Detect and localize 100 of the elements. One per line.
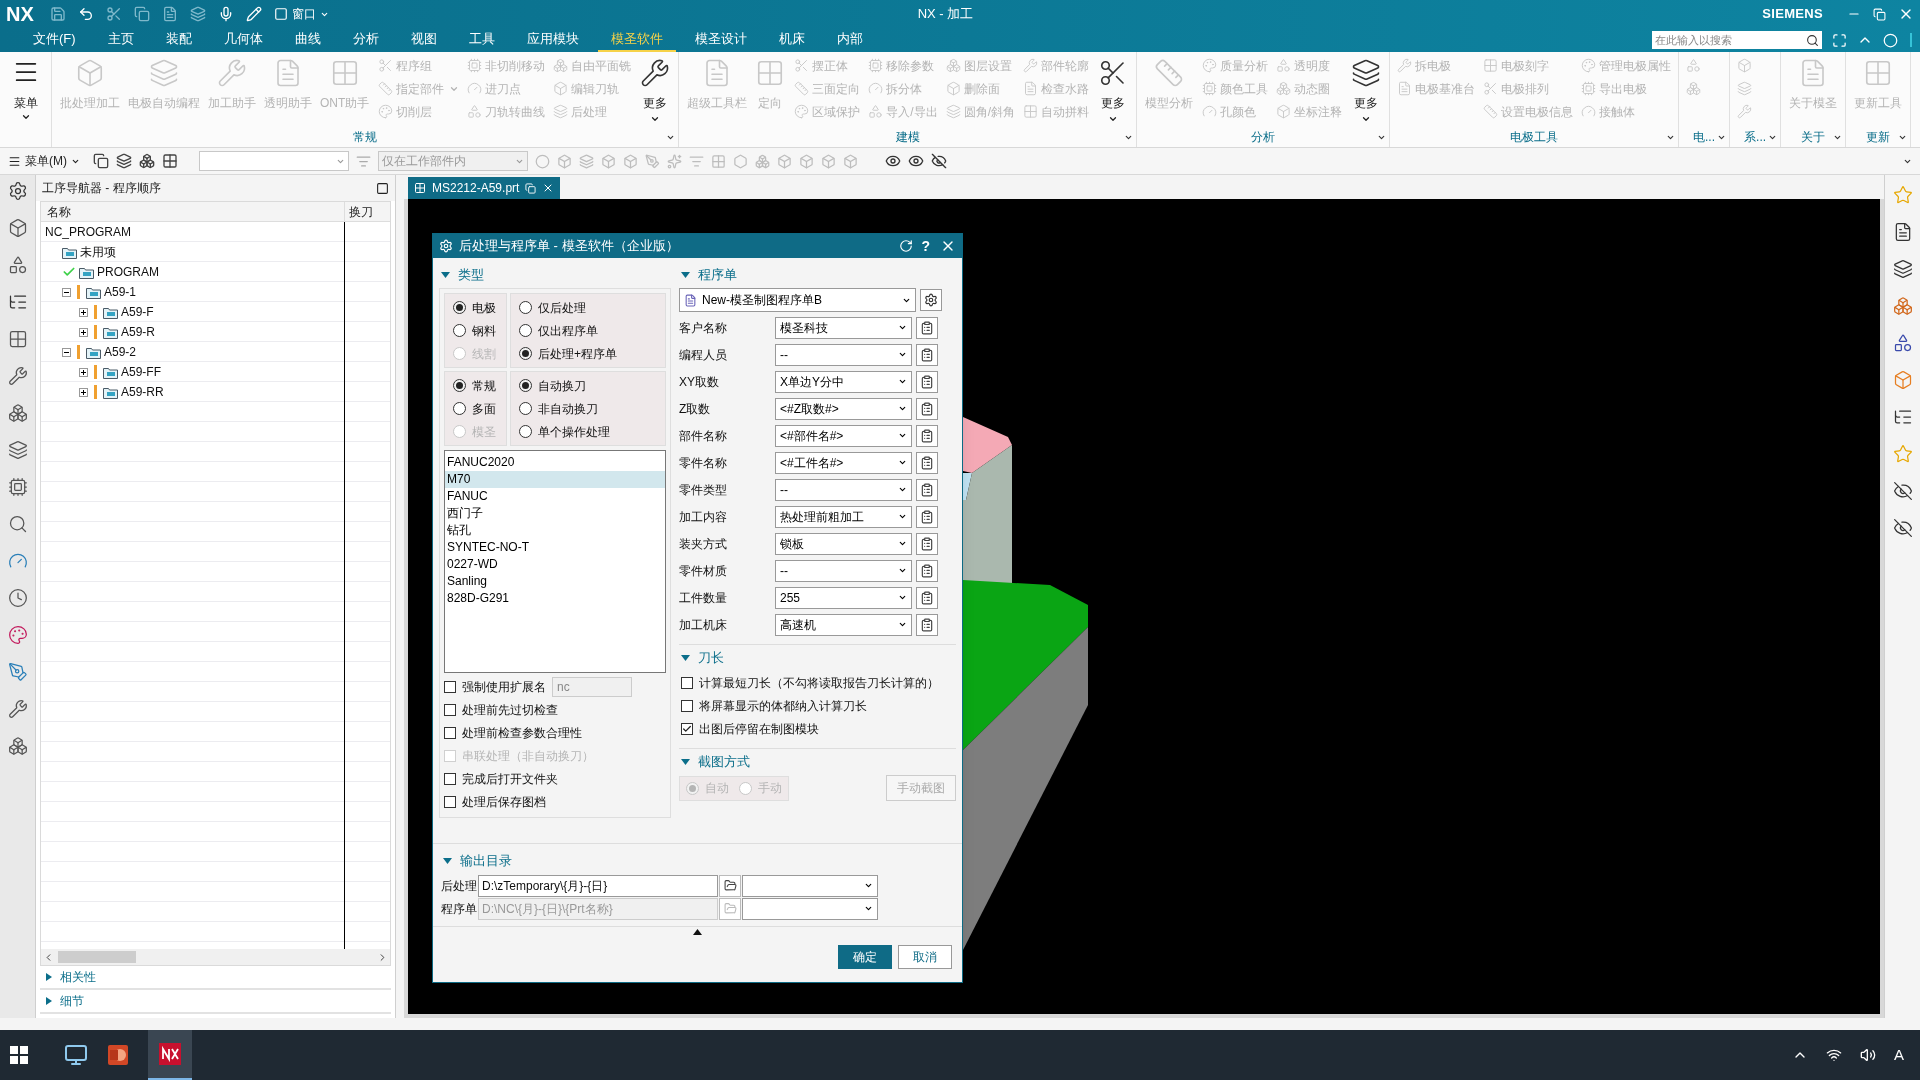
dropdown-field[interactable]: X单边Y分中: [775, 370, 912, 393]
list-item[interactable]: 0227-WD: [445, 556, 665, 573]
checkbox-indicator[interactable]: [681, 722, 693, 735]
scrollbar-thumb[interactable]: [58, 951, 136, 963]
eye-icon[interactable]: [908, 153, 924, 169]
menu-tab[interactable]: 工具: [455, 28, 508, 52]
dropdown-field[interactable]: 锁板: [775, 532, 912, 555]
radio-button[interactable]: 后处理+程序单: [519, 342, 657, 365]
tools-icon[interactable]: [7, 699, 28, 719]
ribbon-button[interactable]: 更多: [1094, 54, 1133, 128]
menu-tab[interactable]: 曲线: [281, 28, 334, 52]
fullscreen-icon[interactable]: [1832, 32, 1847, 48]
start-icon[interactable]: [10, 1046, 28, 1064]
checkbox-indicator[interactable]: [444, 726, 456, 739]
list-item[interactable]: 钻孔: [445, 522, 665, 539]
radio-indicator[interactable]: [519, 301, 532, 314]
dropdown-field[interactable]: --: [775, 559, 912, 582]
tree-row[interactable]: A59-R: [79, 322, 340, 342]
collapse-arrow-icon[interactable]: [693, 929, 702, 935]
radio-button[interactable]: 常规: [453, 374, 498, 397]
checkbox[interactable]: 出图后停留在制图模块: [681, 717, 956, 740]
list-button[interactable]: [916, 613, 938, 636]
magnifier-icon[interactable]: [7, 514, 28, 534]
radio-indicator[interactable]: [453, 324, 466, 337]
save-icon[interactable]: [49, 6, 66, 22]
ribbon-button[interactable]: 更多: [1347, 54, 1386, 128]
window-menu[interactable]: 窗口: [273, 5, 329, 23]
column-header[interactable]: 名称: [41, 202, 344, 221]
radio-indicator[interactable]: [519, 324, 532, 337]
dropdown-field[interactable]: 高速机: [775, 613, 912, 636]
radio-button[interactable]: 电极: [453, 296, 498, 319]
computer-icon[interactable]: [64, 1043, 88, 1067]
dropdown-field[interactable]: 模圣科技: [775, 316, 912, 339]
dropdown-field[interactable]: 热处理前粗加工: [775, 505, 912, 528]
menu-tab[interactable]: 文件(F): [20, 28, 89, 52]
section-header[interactable]: 类型: [439, 262, 671, 288]
presentation-app-icon[interactable]: [106, 1043, 130, 1067]
checkbox-indicator[interactable]: [681, 699, 693, 712]
checkbox[interactable]: 处理后保存图档: [444, 790, 546, 813]
horizontal-scrollbar[interactable]: [41, 949, 390, 965]
star-icon[interactable]: [1892, 444, 1913, 464]
dropdown-field[interactable]: <#工件名#>: [775, 451, 912, 474]
list-item[interactable]: FANUC: [445, 488, 665, 505]
list-button[interactable]: [916, 532, 938, 555]
checkbox[interactable]: 处理前先过切检查: [444, 698, 558, 721]
list-button[interactable]: [916, 586, 938, 609]
menu-tab[interactable]: 主页: [94, 28, 147, 52]
radio-button[interactable]: 仅后处理: [519, 296, 657, 319]
checkbox-indicator[interactable]: [444, 703, 456, 716]
tree-row[interactable]: A59-FF: [79, 362, 340, 382]
tree-row[interactable]: A59-2: [62, 342, 340, 362]
dropdown-field[interactable]: <#部件名#>: [775, 424, 912, 447]
path-field[interactable]: D:\zTemporary\{月}-{日}: [478, 874, 718, 897]
collapse-toggle-icon[interactable]: [62, 347, 71, 357]
checkbox[interactable]: 计算最短刀长（不勾将读取报告刀长计算的）: [681, 671, 956, 694]
radio-indicator[interactable]: [519, 402, 532, 415]
list-item[interactable]: M70: [445, 471, 665, 488]
checkbox[interactable]: 强制使用扩展名: [444, 675, 546, 698]
eye-off-icon[interactable]: [1892, 481, 1913, 501]
list-button[interactable]: [916, 559, 938, 582]
wifi-icon[interactable]: [1826, 1047, 1842, 1063]
input-indicator[interactable]: A: [1894, 1043, 1904, 1067]
maximize-icon[interactable]: [376, 181, 389, 195]
undo-icon[interactable]: [77, 6, 94, 22]
pen-icon[interactable]: [7, 662, 28, 682]
tree-row[interactable]: NC_PROGRAM: [45, 222, 340, 242]
list-button[interactable]: [916, 505, 938, 528]
radio-button[interactable]: 自动换刀: [519, 374, 657, 397]
chip-icon[interactable]: [7, 477, 28, 497]
eye-icon[interactable]: [885, 153, 901, 169]
radio-button[interactable]: 多面: [453, 397, 498, 420]
cube-icon[interactable]: [7, 218, 28, 238]
radio-indicator[interactable]: [519, 425, 532, 438]
settings-button[interactable]: [920, 289, 942, 311]
radio-button[interactable]: 单个操作处理: [519, 420, 657, 443]
wrench-icon[interactable]: [7, 366, 28, 386]
list-item[interactable]: 西门子: [445, 505, 665, 522]
radio-indicator[interactable]: [519, 347, 532, 360]
template-dropdown[interactable]: New-模圣制图程序单B: [679, 288, 916, 312]
radio-button[interactable]: 非自动换刀: [519, 397, 657, 420]
collapsible-section[interactable]: 细节: [40, 990, 391, 1014]
list-button[interactable]: [916, 478, 938, 501]
section-header[interactable]: 输出目录: [441, 848, 954, 874]
restore-icon[interactable]: [1873, 7, 1886, 21]
boxes-icon[interactable]: [7, 736, 28, 756]
help-button[interactable]: ?: [921, 235, 930, 257]
menu-tab[interactable]: 机床: [765, 28, 818, 52]
expand-toggle-icon[interactable]: [79, 307, 88, 317]
volume-icon[interactable]: [1860, 1047, 1876, 1063]
search-button[interactable]: [1802, 31, 1822, 49]
collapse-toggle-icon[interactable]: [62, 287, 71, 297]
ok-button[interactable]: 确定: [838, 945, 892, 969]
radio-button[interactable]: 钢料: [453, 319, 498, 342]
radio-indicator[interactable]: [453, 379, 466, 392]
tree-row[interactable]: PROGRAM: [62, 262, 340, 282]
dropdown-field[interactable]: 255: [775, 586, 912, 609]
eye-off-icon[interactable]: [1892, 518, 1913, 538]
section-header[interactable]: 刀长: [679, 645, 956, 671]
checkbox-indicator[interactable]: [444, 680, 456, 693]
section-header[interactable]: 截图方式: [679, 749, 956, 775]
